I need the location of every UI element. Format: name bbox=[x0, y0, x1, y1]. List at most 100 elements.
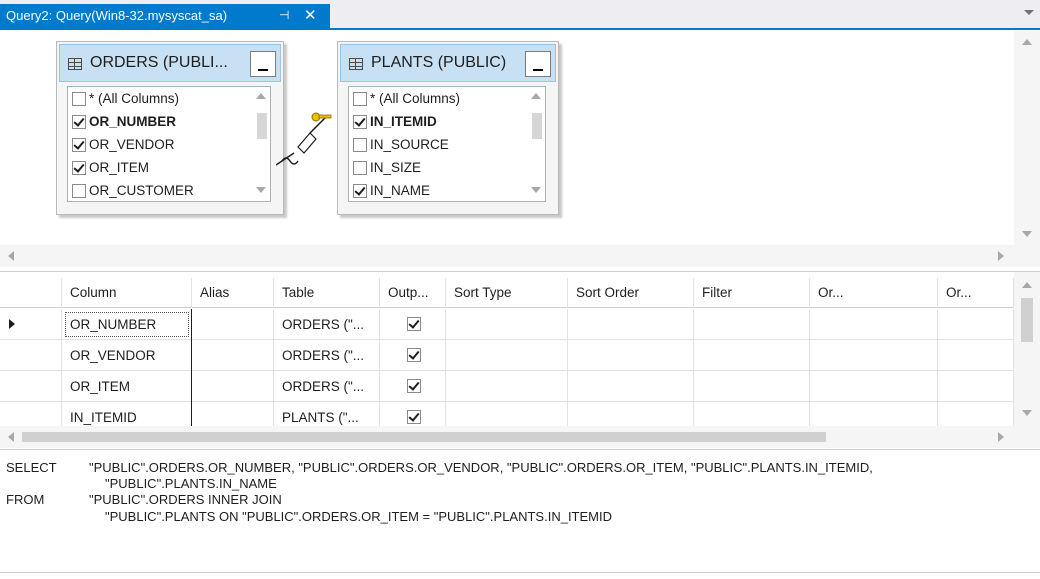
grid-header-alias[interactable]: Alias bbox=[192, 278, 274, 308]
scroll-right-icon[interactable] bbox=[998, 251, 1004, 261]
column-item[interactable]: IN_ITEMID bbox=[349, 110, 545, 133]
grid-header-sort-order[interactable]: Sort Order bbox=[568, 278, 694, 308]
column-checkbox[interactable] bbox=[353, 183, 367, 198]
column-checkbox[interactable] bbox=[72, 137, 86, 152]
column-item[interactable]: * (All Columns) bbox=[349, 87, 545, 110]
cell-sort-type[interactable] bbox=[446, 309, 568, 340]
cell-alias[interactable] bbox=[192, 309, 274, 340]
column-item[interactable]: IN_SIZE bbox=[349, 156, 545, 179]
cell-column[interactable]: OR_ITEM bbox=[62, 371, 192, 402]
cell-or-1[interactable] bbox=[810, 309, 938, 340]
cell-alias[interactable] bbox=[192, 371, 274, 402]
scroll-down-icon[interactable] bbox=[256, 187, 266, 193]
diagram-horizontal-scrollbar[interactable] bbox=[0, 245, 1014, 267]
criteria-grid-pane[interactable]: Column Alias Table Outp... Sort Type Sor… bbox=[0, 271, 1040, 448]
output-checkbox[interactable] bbox=[407, 410, 421, 424]
cell-table[interactable]: ORDERS ("... bbox=[274, 340, 380, 371]
table-title-bar[interactable]: ORDERS (PUBLI... bbox=[59, 44, 281, 82]
cell-table[interactable]: ORDERS ("... bbox=[274, 371, 380, 402]
column-item[interactable]: IN_SOURCE bbox=[349, 133, 545, 156]
grid-header-output[interactable]: Outp... bbox=[380, 278, 446, 308]
cell-alias[interactable] bbox=[192, 340, 274, 371]
cell-sort-order[interactable] bbox=[568, 309, 694, 340]
column-list[interactable]: * (All Columns) OR_NUMBER OR_VENDOR OR_I… bbox=[67, 86, 271, 202]
scroll-thumb[interactable] bbox=[1021, 298, 1033, 342]
column-checkbox[interactable] bbox=[353, 91, 367, 106]
scroll-thumb[interactable] bbox=[532, 113, 542, 139]
scroll-right-icon[interactable] bbox=[998, 432, 1004, 442]
scroll-left-icon[interactable] bbox=[8, 251, 14, 261]
column-checkbox[interactable] bbox=[353, 114, 367, 129]
scroll-down-icon[interactable] bbox=[1022, 231, 1032, 237]
column-item[interactable]: * (All Columns) bbox=[68, 87, 270, 110]
scroll-up-icon[interactable] bbox=[256, 93, 266, 99]
column-checkbox[interactable] bbox=[353, 137, 367, 152]
grid-header-sort-type[interactable]: Sort Type bbox=[446, 278, 568, 308]
cell-or-1[interactable] bbox=[810, 340, 938, 371]
cell-column[interactable]: OR_VENDOR bbox=[62, 340, 192, 371]
table-title-bar[interactable]: PLANTS (PUBLIC) bbox=[340, 44, 556, 82]
row-selector[interactable] bbox=[0, 309, 62, 340]
cell-column[interactable]: OR_NUMBER bbox=[62, 309, 192, 340]
output-checkbox[interactable] bbox=[407, 317, 421, 331]
column-item[interactable]: IN_NAME bbox=[349, 179, 545, 201]
column-item[interactable]: OR_CUSTOMER bbox=[68, 179, 270, 201]
close-icon[interactable]: ✕ bbox=[304, 6, 317, 24]
column-checkbox[interactable] bbox=[72, 160, 86, 175]
grid-header-filter[interactable]: Filter bbox=[694, 278, 810, 308]
cell-filter[interactable] bbox=[694, 371, 810, 402]
scroll-left-icon[interactable] bbox=[8, 432, 14, 442]
cell-sort-type[interactable] bbox=[446, 340, 568, 371]
tab-list-dropdown-icon[interactable] bbox=[1024, 10, 1034, 15]
grid-row[interactable]: OR_ITEM ORDERS ("... bbox=[0, 371, 1014, 402]
scroll-up-icon[interactable] bbox=[1022, 282, 1032, 288]
column-list-scrollbar[interactable] bbox=[528, 87, 545, 201]
grid-vertical-scrollbar[interactable] bbox=[1014, 272, 1040, 426]
scroll-down-icon[interactable] bbox=[531, 187, 541, 193]
grid-horizontal-scrollbar[interactable] bbox=[0, 426, 1014, 448]
cell-filter[interactable] bbox=[694, 309, 810, 340]
grid-row[interactable]: OR_NUMBER ORDERS ("... bbox=[0, 309, 1014, 340]
output-checkbox[interactable] bbox=[407, 348, 421, 362]
column-item[interactable]: OR_NUMBER bbox=[68, 110, 270, 133]
cell-or-2[interactable] bbox=[938, 340, 1014, 371]
cell-or-2[interactable] bbox=[938, 371, 1014, 402]
column-checkbox[interactable] bbox=[72, 183, 86, 198]
grid-header-column[interactable]: Column bbox=[62, 278, 192, 308]
table-box-orders[interactable]: ORDERS (PUBLI... * (All Columns) OR_NUMB… bbox=[56, 41, 284, 215]
column-list[interactable]: * (All Columns) IN_ITEMID IN_SOURCE IN_S… bbox=[348, 86, 546, 202]
column-item[interactable]: OR_VENDOR bbox=[68, 133, 270, 156]
output-checkbox[interactable] bbox=[407, 379, 421, 393]
grid-header-table[interactable]: Table bbox=[274, 278, 380, 308]
grid-row[interactable]: IN_ITEMID PLANTS ("... bbox=[0, 402, 1014, 433]
cell-filter[interactable] bbox=[694, 340, 810, 371]
column-checkbox[interactable] bbox=[72, 114, 86, 129]
grid-header-or-2[interactable]: Or... bbox=[938, 278, 1014, 308]
cell-or-1[interactable] bbox=[810, 371, 938, 402]
scroll-down-icon[interactable] bbox=[1022, 410, 1032, 416]
column-item[interactable]: OR_ITEM bbox=[68, 156, 270, 179]
table-box-plants[interactable]: PLANTS (PUBLIC) * (All Columns) IN_ITEMI… bbox=[337, 41, 559, 215]
scroll-thumb[interactable] bbox=[257, 113, 267, 139]
scroll-thumb[interactable] bbox=[22, 432, 826, 442]
minimize-button[interactable] bbox=[250, 51, 276, 77]
cell-table[interactable]: ORDERS ("... bbox=[274, 309, 380, 340]
grid-header-or-1[interactable]: Or... bbox=[810, 278, 938, 308]
scroll-up-icon[interactable] bbox=[1022, 39, 1032, 45]
row-selector[interactable] bbox=[0, 371, 62, 402]
column-checkbox[interactable] bbox=[72, 91, 86, 106]
cell-sort-order[interactable] bbox=[568, 371, 694, 402]
diagram-pane[interactable]: ORDERS (PUBLI... * (All Columns) OR_NUMB… bbox=[0, 31, 1040, 267]
query-tab[interactable]: Query2: Query(Win8-32.mysyscat_sa) ⊣ ✕ bbox=[0, 4, 330, 30]
join-line-key-icon[interactable] bbox=[276, 109, 336, 169]
grid-row[interactable]: OR_VENDOR ORDERS ("... bbox=[0, 340, 1014, 371]
column-checkbox[interactable] bbox=[353, 160, 367, 175]
row-selector[interactable] bbox=[0, 340, 62, 371]
column-list-scrollbar[interactable] bbox=[253, 87, 270, 201]
sql-pane[interactable]: SELECT "PUBLIC".ORDERS.OR_NUMBER, "PUBLI… bbox=[0, 449, 1040, 573]
scroll-up-icon[interactable] bbox=[531, 93, 541, 99]
cell-sort-type[interactable] bbox=[446, 371, 568, 402]
pin-icon[interactable]: ⊣ bbox=[279, 8, 289, 22]
diagram-vertical-scrollbar[interactable] bbox=[1014, 31, 1040, 245]
minimize-button[interactable] bbox=[525, 51, 551, 77]
